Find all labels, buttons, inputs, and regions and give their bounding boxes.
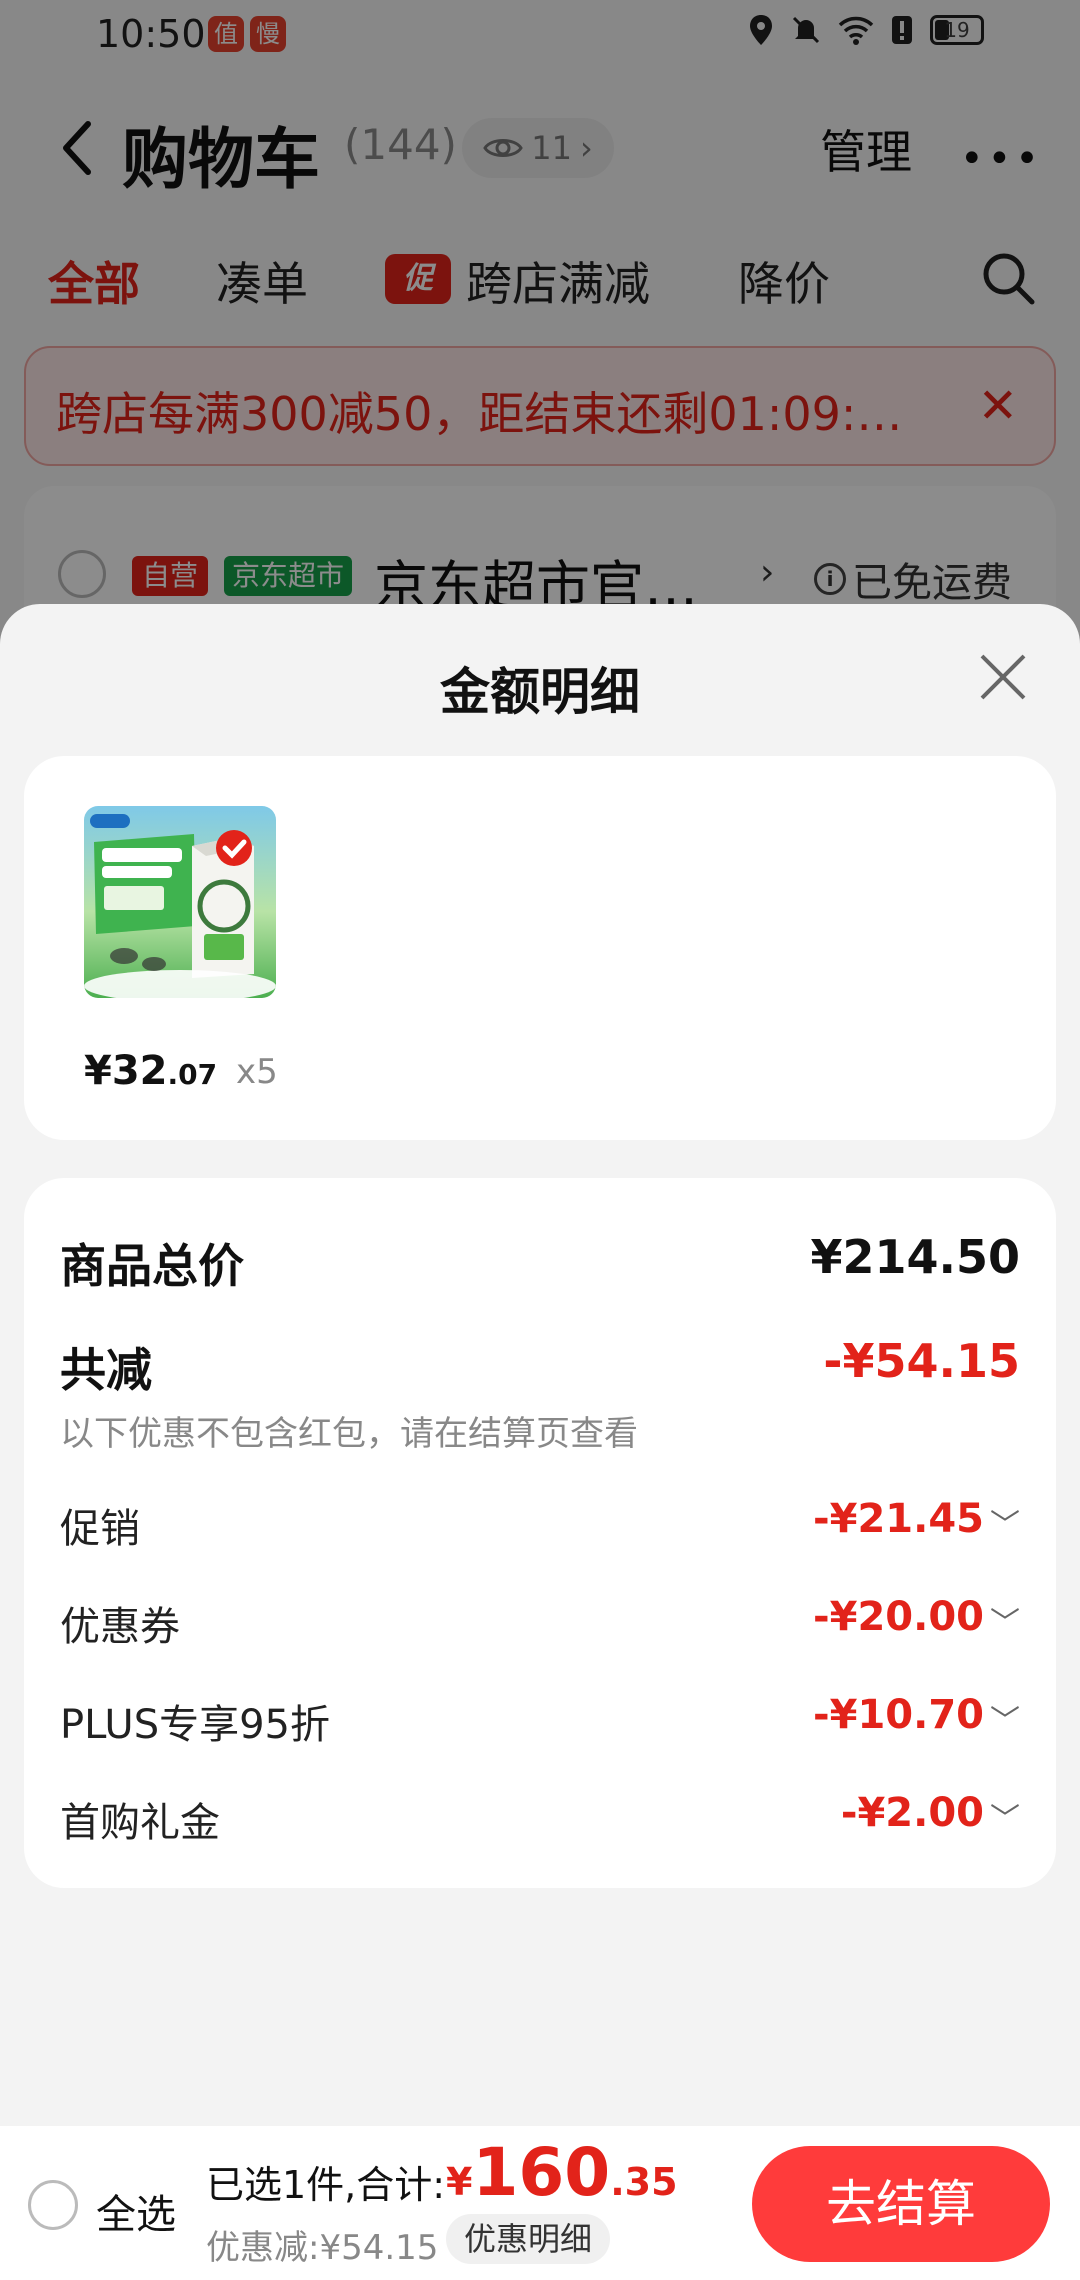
total-reduce-label: 共减: [60, 1343, 152, 1397]
discount-value: -¥20.00: [813, 1594, 984, 1640]
discount-value: -¥10.70: [813, 1692, 984, 1738]
sheet-title: 金额明细: [440, 663, 640, 721]
discount-value: -¥2.00: [840, 1790, 984, 1836]
total-price-label: 商品总价: [60, 1239, 244, 1293]
discount-note: 以下优惠不包含红包，请在结算页查看: [60, 1414, 638, 1454]
chevron-down-icon[interactable]: ﹀: [990, 1598, 1020, 1642]
chevron-down-icon[interactable]: ﹀: [990, 1794, 1020, 1838]
select-all-label[interactable]: 全选: [96, 2182, 176, 2240]
amount-detail-sheet: 金额明细 ¥32.07 x5 商品总价 ¥214.50 共减 -¥54.15 以…: [0, 604, 1080, 2126]
price-detail-card: 商品总价 ¥214.50 共减 -¥54.15 以下优惠不包含红包，请在结算页查…: [24, 1178, 1056, 1888]
chevron-down-icon[interactable]: ﹀: [990, 1696, 1020, 1740]
discount-label: PLUS专享95折: [60, 1702, 330, 1748]
checkout-bar: 全选 已选1件,合计: ¥160.35 优惠减:¥54.15 优惠明细 去结算: [0, 2126, 1080, 2280]
total-reduce-value: -¥54.15: [823, 1334, 1020, 1388]
discount-value: -¥21.45: [813, 1496, 984, 1542]
checkout-button[interactable]: 去结算: [752, 2146, 1050, 2262]
close-icon[interactable]: [976, 650, 1030, 704]
chevron-down-icon[interactable]: ﹀: [990, 1500, 1020, 1544]
discount-detail-button[interactable]: 优惠明细: [446, 2214, 611, 2264]
total-price-value: ¥214.50: [810, 1230, 1020, 1284]
goods-card: ¥32.07 x5: [24, 756, 1056, 1140]
discount-label: 首购礼金: [60, 1800, 220, 1846]
item-quantity: x5: [236, 1052, 278, 1092]
select-all-checkbox[interactable]: [28, 2180, 78, 2230]
discount-summary: 优惠减:¥54.15: [206, 2228, 439, 2268]
item-price: ¥32.07: [84, 1048, 218, 1094]
selected-summary: 已选1件,合计:: [206, 2163, 446, 2207]
pay-total: ¥160.35: [446, 2134, 678, 2211]
discount-label: 促销: [60, 1506, 140, 1552]
product-image[interactable]: [84, 806, 276, 998]
discount-label: 优惠券: [60, 1604, 180, 1650]
